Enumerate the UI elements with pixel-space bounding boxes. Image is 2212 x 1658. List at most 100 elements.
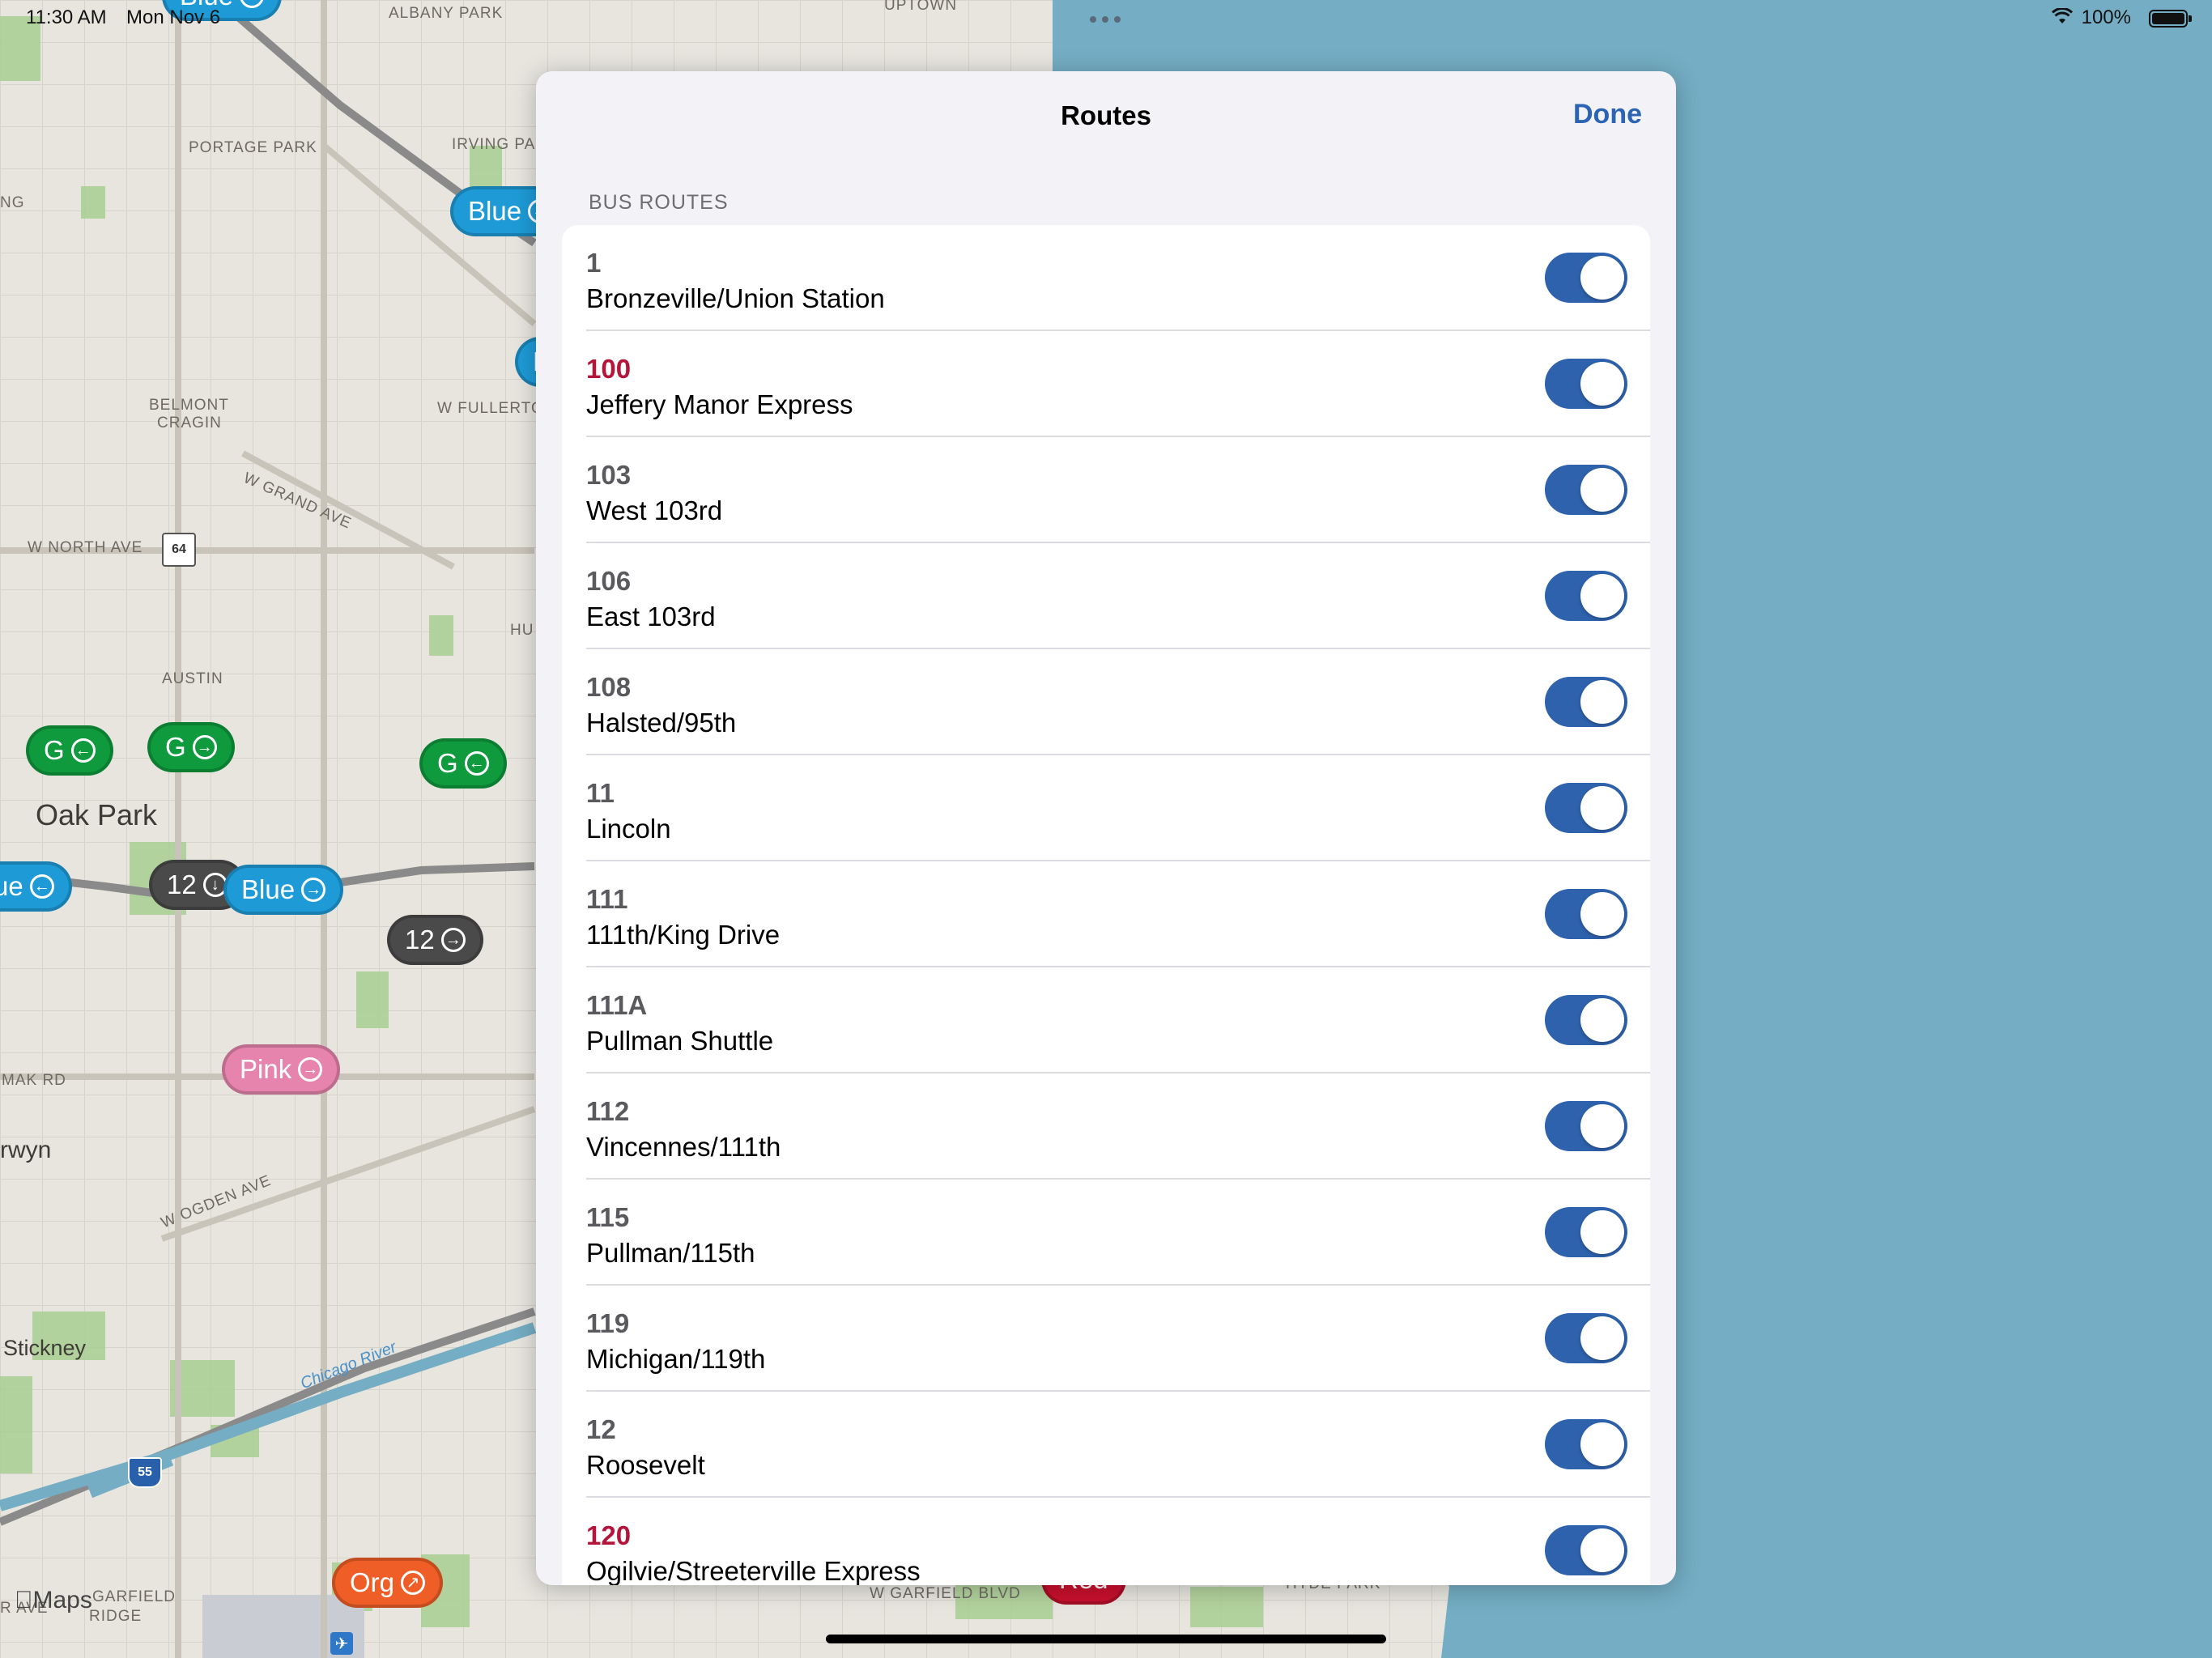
route-number: 120 — [586, 1520, 632, 1550]
vehicle-badge-bus-12-b[interactable]: 12 → — [387, 915, 483, 965]
direction-arrow-icon: → — [301, 878, 326, 902]
route-number: 115 — [586, 1202, 630, 1232]
map-label-stickney: Stickney — [3, 1336, 87, 1360]
vehicle-badge-green-left[interactable]: G ← — [26, 725, 113, 776]
wifi-icon — [2051, 7, 2074, 29]
direction-arrow-icon: ↗ — [401, 1571, 426, 1595]
map-label-belmont: BELMONT — [149, 397, 229, 414]
route-toggle[interactable] — [1545, 1207, 1627, 1257]
route-row-11[interactable]: 11 Lincoln — [586, 755, 1650, 861]
map-label-north-ave: W NORTH AVE — [28, 539, 143, 556]
apple-logo-icon:  — [15, 1587, 33, 1613]
status-date: Mon Nov 6 — [126, 6, 221, 28]
direction-arrow-icon: → — [298, 1057, 323, 1082]
route-name: Pullman Shuttle — [586, 1026, 774, 1056]
route-name: Ogilvie/Streeterville Express — [586, 1556, 921, 1585]
route-row-106[interactable]: 106 East 103rd — [586, 543, 1650, 649]
route-number: 11 — [586, 778, 615, 808]
map-label-berwyn: rwyn — [0, 1137, 52, 1163]
route-row-100[interactable]: 100 Jeffery Manor Express — [586, 331, 1650, 437]
route-toggle[interactable] — [1545, 677, 1627, 727]
route-64-shield-icon: 64 — [162, 533, 196, 567]
route-toggle[interactable] — [1545, 359, 1627, 409]
direction-arrow-icon: ← — [70, 738, 96, 763]
route-number: 12 — [586, 1414, 616, 1444]
route-row-108[interactable]: 108 Halsted/95th — [586, 649, 1650, 755]
route-toggle[interactable] — [1545, 995, 1627, 1045]
vehicle-badge-pink[interactable]: Pink → — [222, 1044, 341, 1095]
route-number: 100 — [586, 354, 632, 384]
route-name: Roosevelt — [586, 1450, 705, 1480]
vehicle-badge-green-right[interactable]: G ← — [419, 738, 507, 789]
direction-arrow-icon: → — [192, 735, 217, 759]
status-time: 11:30 AM — [26, 6, 107, 28]
route-number: 111 — [586, 884, 628, 914]
route-name: 111th/King Drive — [586, 920, 781, 950]
map-label-portage-park: PORTAGE PARK — [189, 139, 317, 156]
route-name: West 103rd — [586, 495, 723, 525]
route-number: 106 — [586, 566, 632, 596]
airport-icon: ✈ — [330, 1632, 353, 1655]
sheet-title: Routes — [1061, 100, 1151, 130]
route-row-111a[interactable]: 111A Pullman Shuttle — [586, 967, 1650, 1073]
direction-arrow-icon: ← — [464, 751, 489, 776]
route-name: Vincennes/111th — [586, 1132, 781, 1162]
map-label-fullerton: W FULLERTO — [437, 400, 544, 417]
route-toggle[interactable] — [1545, 571, 1627, 621]
bus-routes-list: 1 Bronzeville/Union Station 100 Jeffery … — [562, 225, 1650, 1585]
route-row-112[interactable]: 112 Vincennes/111th — [586, 1073, 1650, 1180]
route-row-120[interactable]: 120 Ogilvie/Streeterville Express — [586, 1498, 1650, 1585]
direction-arrow-icon: → — [240, 0, 265, 8]
done-button[interactable]: Done — [1573, 99, 1642, 130]
map-label-garfield-blvd: W GARFIELD BLVD — [870, 1585, 1021, 1602]
route-name: Halsted/95th — [586, 708, 737, 738]
direction-arrow-icon: ← — [29, 874, 54, 899]
map-label-albany-park: ALBANY PARK — [389, 5, 504, 22]
map-label-austin: AUSTIN — [162, 670, 223, 687]
map-label-hu: HU — [510, 622, 534, 639]
map-label-ridge: RIDGE — [89, 1608, 143, 1625]
route-number: 111A — [586, 990, 648, 1020]
map-label-garfield: GARFIELD — [92, 1588, 177, 1605]
route-toggle[interactable] — [1545, 465, 1627, 515]
route-number: 112 — [586, 1096, 630, 1126]
route-row-12[interactable]: 12 Roosevelt — [586, 1392, 1650, 1498]
route-toggle[interactable] — [1545, 1419, 1627, 1469]
route-name: Lincoln — [586, 814, 671, 844]
route-name: East 103rd — [586, 602, 716, 631]
maps-logo: Maps — [15, 1587, 92, 1613]
route-number: 103 — [586, 460, 632, 490]
vehicle-badge-green-mid[interactable]: G → — [147, 722, 235, 772]
route-name: Jeffery Manor Express — [586, 389, 853, 419]
battery-percentage: 100% — [2081, 6, 2131, 28]
route-toggle[interactable] — [1545, 1525, 1627, 1575]
map-label-irving-park: IRVING PAR — [452, 136, 548, 153]
multitasking-menu-icon[interactable] — [1090, 16, 1121, 23]
map-label-oak-park: Oak Park — [36, 798, 158, 831]
route-row-115[interactable]: 115 Pullman/115th — [586, 1180, 1650, 1286]
vehicle-badge-orange[interactable]: Org ↗ — [332, 1558, 444, 1608]
route-row-1[interactable]: 1 Bronzeville/Union Station — [586, 225, 1650, 331]
route-row-111[interactable]: 111 111th/King Drive — [586, 861, 1650, 967]
map-label-ng: NG — [0, 194, 25, 211]
route-row-119[interactable]: 119 Michigan/119th — [586, 1286, 1650, 1392]
interstate-55-shield-icon: 55 — [128, 1457, 162, 1488]
vehicle-badge-blue-center[interactable]: Blue → — [223, 865, 344, 915]
vehicle-badge-blue-left[interactable]: ue ← — [0, 861, 72, 912]
route-toggle[interactable] — [1545, 889, 1627, 939]
route-toggle[interactable] — [1545, 1313, 1627, 1363]
route-number: 119 — [586, 1308, 630, 1338]
screen: ALBANY PARK UPTOWN PORTAGE PARK IRVING P… — [0, 0, 2212, 1658]
battery-icon — [2149, 10, 2192, 28]
direction-arrow-icon: → — [440, 928, 466, 952]
routes-sheet: Routes Done BUS ROUTES 1 Bronzeville/Uni… — [536, 71, 1676, 1585]
route-row-103[interactable]: 103 West 103rd — [586, 437, 1650, 543]
route-number: 1 — [586, 248, 602, 278]
map-label-uptown: UPTOWN — [884, 0, 958, 14]
route-toggle[interactable] — [1545, 1101, 1627, 1151]
route-name: Bronzeville/Union Station — [586, 283, 885, 313]
home-indicator[interactable] — [826, 1635, 1386, 1643]
route-toggle[interactable] — [1545, 253, 1627, 303]
route-name: Michigan/119th — [586, 1344, 766, 1374]
route-toggle[interactable] — [1545, 783, 1627, 833]
